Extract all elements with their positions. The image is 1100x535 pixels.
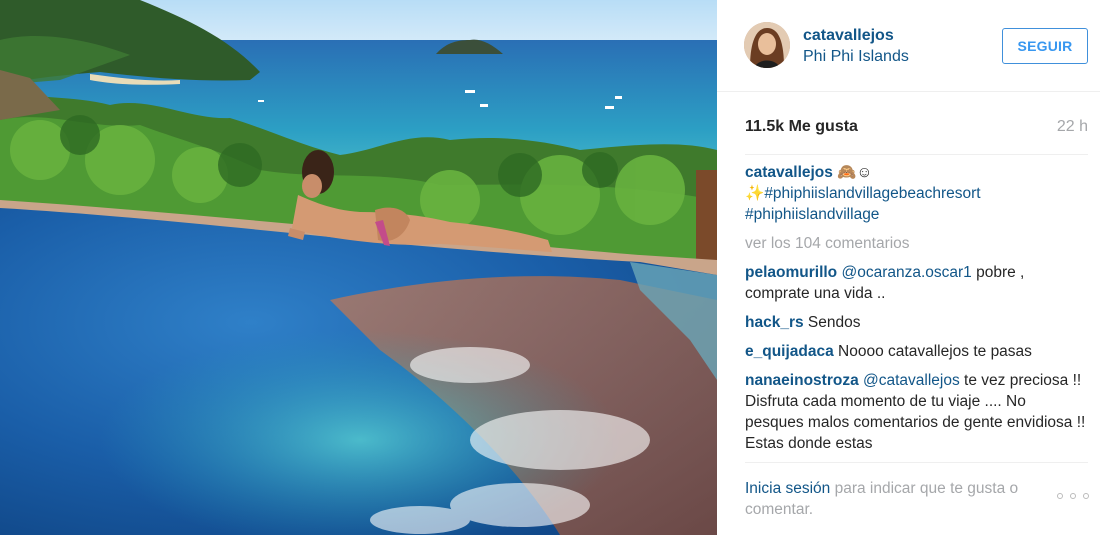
pool-photo-illustration [0,0,717,535]
post-location[interactable]: Phi Phi Islands [803,48,909,66]
post-username[interactable]: catavallejos [803,27,894,45]
list-item: e_quijadaca Noooo catavallejos te pasas [745,341,1088,362]
post-time: 22 h [1056,118,1088,135]
comment-username[interactable]: pelaomurillo [745,264,837,281]
post-side-panel: catavallejos Phi Phi Islands SEGUIR 11.5… [717,0,1100,535]
comment-mention[interactable]: @catavallejos [863,372,960,389]
list-item: hack_rs Sendos [745,312,1088,333]
post-photo[interactable] [0,0,717,535]
list-item: pelaomurillo @ocaranza.oscar1 pobre , co… [745,262,1088,304]
hashtag-link[interactable]: #phiphiislandvillagebeachresort [764,185,980,202]
login-prompt: Inicia sesión para indicar que te gusta … [745,478,1045,520]
comments-list: catavallejos 🙈☺ ✨#phiphiislandvillagebea… [745,162,1088,457]
more-options-icon[interactable] [1057,486,1089,506]
instagram-post: catavallejos Phi Phi Islands SEGUIR 11.5… [0,0,1100,535]
hashtag-link[interactable]: #phiphiislandvillage [745,206,879,223]
caption-emoji: 🙈☺ [837,164,873,181]
comment-username[interactable]: nanaeinostroza [745,372,859,389]
divider [745,154,1088,155]
dot [1083,493,1089,499]
comment-mention[interactable]: @ocaranza.oscar1 [841,264,971,281]
comment-text: Noooo catavallejos te pasas [833,343,1032,360]
comment-text: Sendos [803,314,861,331]
divider [745,462,1088,463]
avatar[interactable] [744,22,790,68]
caption: catavallejos 🙈☺ ✨#phiphiislandvillagebea… [745,162,1088,225]
comment-username[interactable]: hack_rs [745,314,804,331]
dot [1070,493,1076,499]
post-stats: 11.5k Me gusta 22 h [745,118,1088,140]
likes-count[interactable]: 11.5k Me gusta [745,118,858,136]
avatar-image [744,22,790,68]
comment-username[interactable]: e_quijadaca [745,343,834,360]
post-header: catavallejos Phi Phi Islands SEGUIR [717,0,1100,92]
dot [1057,493,1063,499]
sparkle-emoji: ✨ [745,185,765,202]
list-item: nanaeinostroza @catavallejos te vez prec… [745,370,1088,454]
caption-username[interactable]: catavallejos [745,164,833,181]
follow-button[interactable]: SEGUIR [1002,28,1088,64]
view-all-comments-link[interactable]: ver los 104 comentarios [745,233,1088,254]
login-link[interactable]: Inicia sesión [745,480,830,497]
